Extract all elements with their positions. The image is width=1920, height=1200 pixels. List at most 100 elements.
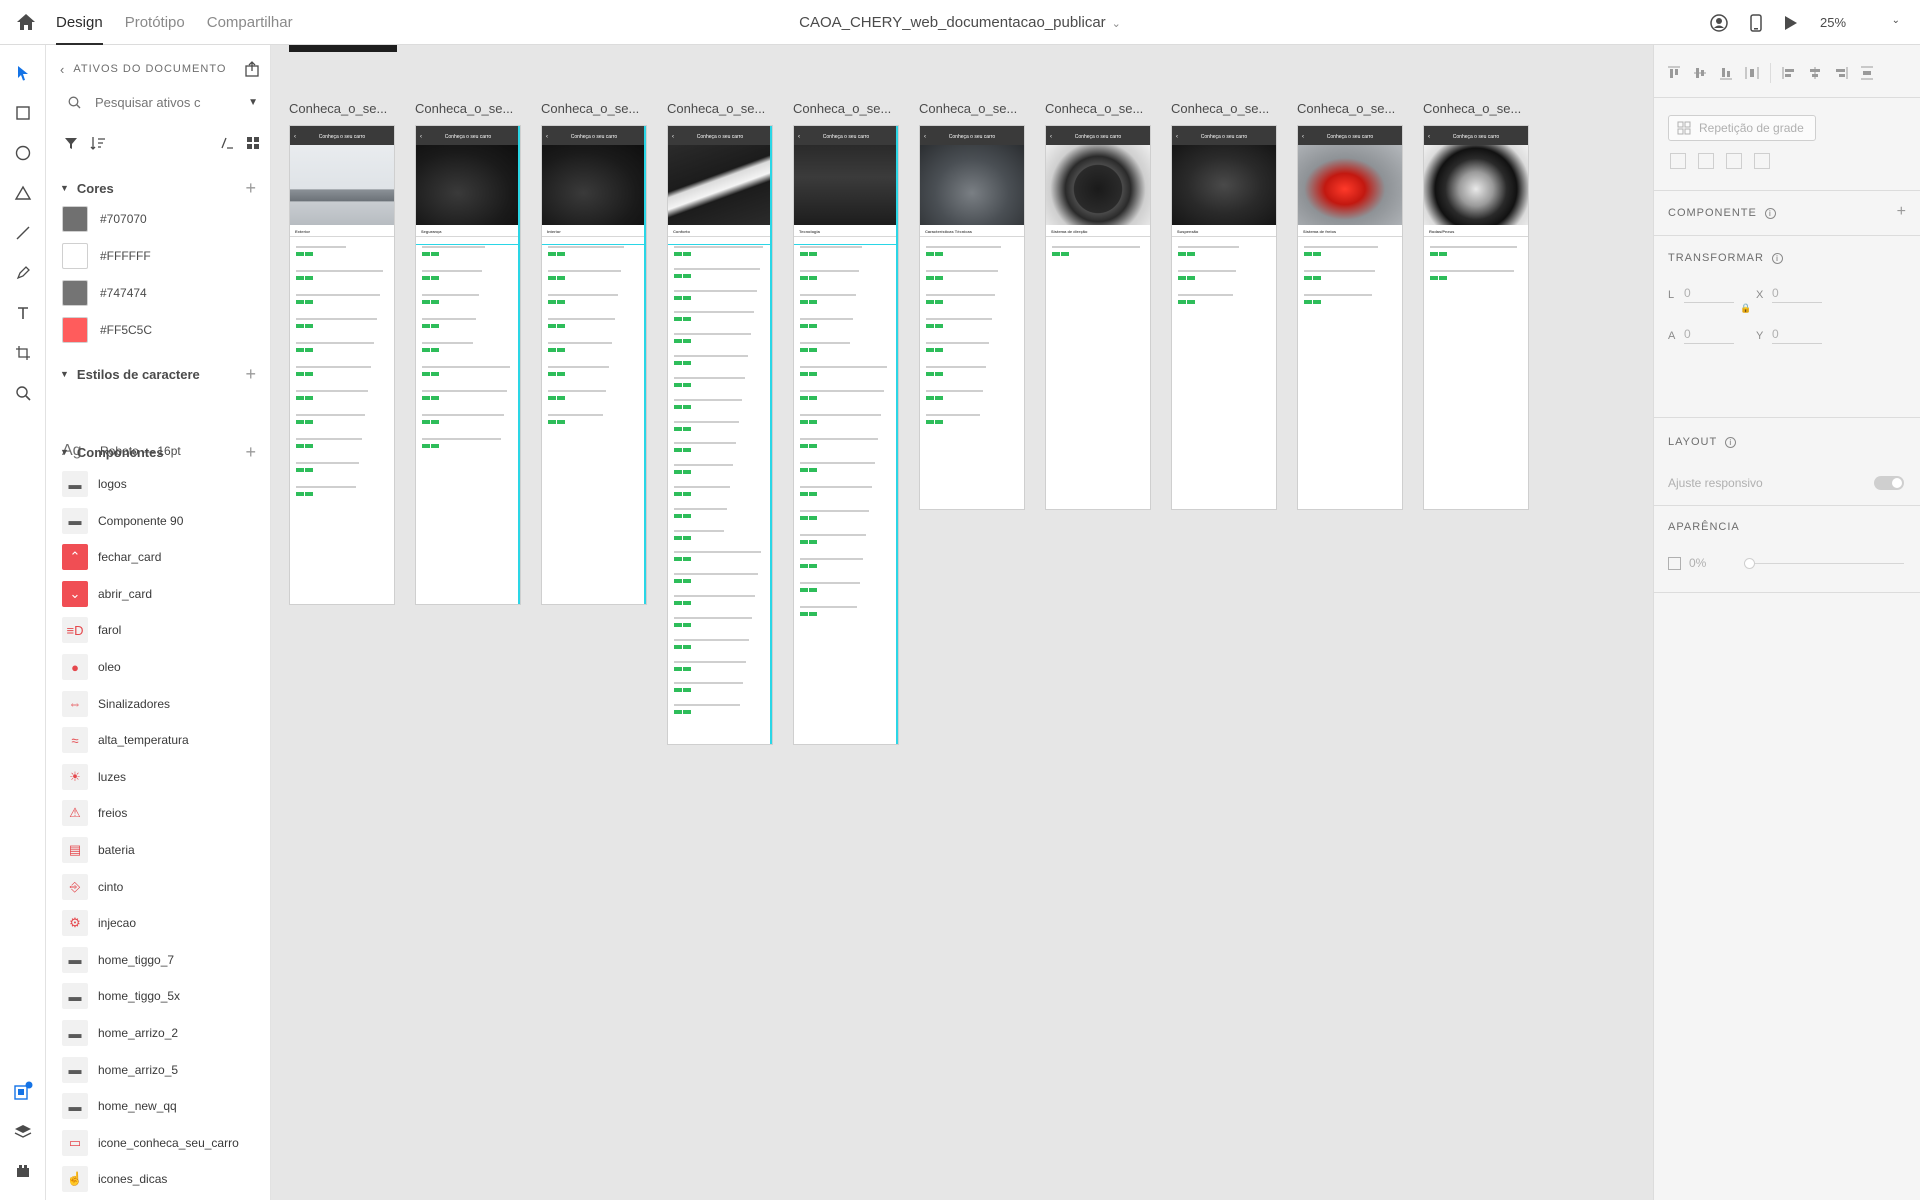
design-canvas[interactable]: Conheca_o_se... ‹ Conheça o seu carro Exter… [271,45,1653,1200]
component-item[interactable]: ⌄ abrir_card [62,580,258,607]
artboard-label[interactable]: Conheca_o_se... [1045,101,1150,116]
zoom-tool[interactable] [11,381,35,405]
artboard-label[interactable]: Conheca_o_se... [793,101,898,116]
artboard-label[interactable]: Conheca_o_se... [541,101,646,116]
colors-section-header[interactable]: ▼ Cores + [60,178,256,199]
text-tool[interactable] [11,301,35,325]
polygon-tool[interactable] [11,181,35,205]
artboard-label[interactable]: Conheca_o_se... [919,101,1024,116]
artboard[interactable]: ‹ Conheça o seu carro Rodas/Pneus [1423,125,1529,510]
width-value[interactable]: 0 [1684,286,1734,303]
component-item[interactable]: ▭ icone_conheca_seu_carro [62,1129,258,1156]
component-item[interactable]: ▬ home_tiggo_7 [62,946,258,973]
component-item[interactable]: ≈ alta_temperatura [62,727,258,754]
rectangle-tool[interactable] [11,101,35,125]
opacity-slider-track[interactable] [1744,563,1904,564]
share-export-icon[interactable] [244,61,260,77]
artboard-label[interactable]: Conheca_o_se... [1171,101,1276,116]
pen-tool[interactable] [11,261,35,285]
add-component-state-icon[interactable]: + [1897,203,1906,221]
ellipse-tool[interactable] [11,141,35,165]
color-swatch-item[interactable]: #FF5C5C [62,316,258,344]
artboard-label[interactable]: Conheca_o_se... [289,101,394,116]
sort-icon[interactable] [90,136,106,150]
document-title-text[interactable]: CAOA_CHERY_web_documentacao_publicar [799,14,1106,31]
add-component-icon[interactable]: + [245,442,256,463]
opacity-value[interactable]: 0% [1689,556,1706,570]
align-left-icon[interactable] [1781,65,1797,81]
play-icon[interactable] [1784,15,1798,31]
boolean-subtract-icon[interactable] [1698,153,1714,169]
char-styles-section-header[interactable]: ▼ Estilos de caractere + [60,364,256,385]
x-value[interactable]: 0 [1772,286,1822,303]
align-right-icon[interactable] [1833,65,1849,81]
align-center-icon[interactable] [1807,65,1823,81]
repeat-grid-button[interactable]: Repetição de grade [1668,115,1816,141]
add-char-style-icon[interactable]: + [245,364,256,385]
responsive-resize-toggle[interactable] [1874,476,1904,490]
color-swatch-item[interactable]: #747474 [62,279,258,307]
info-icon[interactable]: i [1725,436,1737,448]
component-item[interactable]: ⚠ freios [62,800,258,827]
lock-icon[interactable]: 🔒 [1740,303,1751,314]
component-item[interactable]: ▬ home_arrizo_5 [62,1056,258,1083]
tab-share[interactable]: Compartilhar [207,0,293,45]
filter-icon[interactable] [64,136,78,150]
component-item[interactable]: ▬ home_arrizo_2 [62,1020,258,1046]
component-item[interactable]: ▬ home_new_qq [62,1093,258,1120]
artboard[interactable]: ‹ Conheça o seu carro Características Técn… [919,125,1025,510]
artboard[interactable]: ‹ Conheça o seu carro Sistema de freios [1297,125,1403,510]
artboard[interactable]: ‹ Conheça o seu carro Segurança [415,125,521,605]
plugins-panel-toggle[interactable] [11,1159,35,1183]
artboard[interactable]: ‹ Conheça o seu carro Tecnologia [793,125,899,745]
info-icon[interactable]: i [1771,252,1783,264]
y-value[interactable]: 0 [1772,327,1822,344]
mobile-preview-icon[interactable] [1750,13,1762,32]
component-item[interactable]: ▤ bateria [62,837,258,863]
component-item[interactable]: ▬ home_tiggo_5x [62,983,258,1010]
component-item[interactable]: ☝ icones_dicas [62,1166,258,1193]
distribute-vertical-icon[interactable] [1859,65,1875,81]
assets-panel-toggle[interactable] [11,1079,35,1103]
artboard[interactable]: ‹ Conheça o seu carro Suspensão [1171,125,1277,510]
artboard-label[interactable]: Conheca_o_se... [1423,101,1528,116]
add-color-icon[interactable]: + [245,178,256,199]
components-section-header[interactable]: ▼ Componentes + [60,442,256,463]
back-arrow-icon[interactable]: ‹ [60,62,65,77]
artboard-label[interactable]: Conheca_o_se... [415,101,520,116]
width-field[interactable]: L 0 [1668,286,1734,303]
component-item[interactable]: ⇔ Sinalizadores [62,690,258,717]
y-field[interactable]: Y 0 [1756,327,1822,344]
artboard-label[interactable]: Conheca_o_se... [667,101,772,116]
user-icon[interactable] [1710,13,1728,32]
chevron-down-icon[interactable]: ⌄ [1112,18,1121,30]
list-view-icon[interactable] [220,136,234,150]
layers-panel-toggle[interactable] [11,1119,35,1143]
grid-view-icon[interactable] [246,136,260,150]
artboard-tool[interactable] [11,341,35,365]
boolean-exclude-icon[interactable] [1754,153,1770,169]
align-middle-icon[interactable] [1692,65,1708,81]
component-item[interactable]: ⌃ fechar_card [62,544,258,571]
component-item[interactable]: ● oleo [62,654,258,680]
artboard[interactable]: ‹ Conheça o seu carro Exterior [289,125,395,605]
info-icon[interactable]: i [1764,207,1776,219]
distribute-horizontal-icon[interactable] [1744,65,1760,81]
artboard[interactable]: ‹ Conheça o seu carro Sistema de direção [1045,125,1151,510]
component-item[interactable]: ≡D farol [62,617,258,644]
home-button[interactable] [0,0,52,45]
tab-prototype[interactable]: Protótipo [125,0,185,45]
height-field[interactable]: A 0 [1668,327,1734,344]
color-swatch-item[interactable]: #FFFFFF [62,242,258,270]
height-value[interactable]: 0 [1684,327,1734,344]
component-item[interactable]: ⎆ cinto [62,873,258,900]
align-bottom-icon[interactable] [1718,65,1734,81]
select-tool[interactable] [11,61,35,85]
artboard[interactable]: ‹ Conheça o seu carro Conforto [667,125,773,745]
x-field[interactable]: X 0 [1756,286,1822,303]
color-swatch-item[interactable]: #707070 [62,205,258,233]
component-item[interactable]: ⚙ injecao [62,910,258,937]
zoom-dropdown[interactable]: 25% ⌄ [1820,15,1900,30]
line-tool[interactable] [11,221,35,245]
opacity-slider-thumb[interactable] [1744,558,1755,569]
